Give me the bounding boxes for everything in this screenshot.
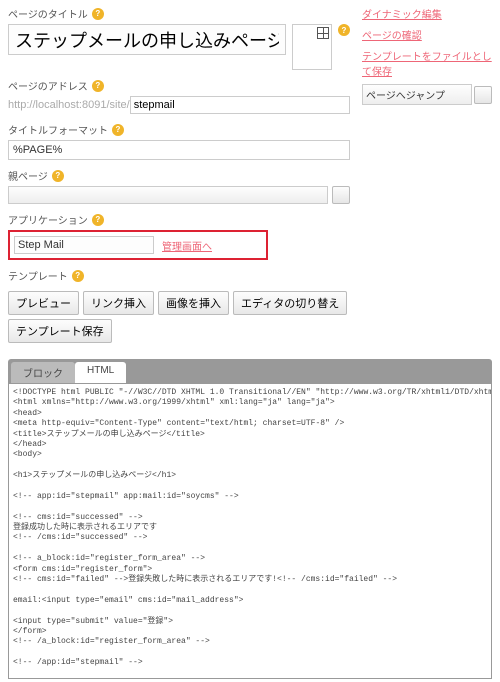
save-as-file-link[interactable]: テンプレートをファイルとして保存 (362, 48, 492, 78)
parent-page-select[interactable] (8, 186, 328, 204)
url-prefix: http://localhost:8091/site/ (8, 99, 130, 111)
admin-link[interactable]: 管理画面へ (162, 238, 212, 253)
page-jump-button[interactable] (474, 86, 492, 104)
help-icon[interactable]: ? (92, 80, 104, 92)
help-icon[interactable]: ? (338, 24, 350, 36)
help-icon[interactable]: ? (72, 270, 84, 282)
preview-button[interactable]: プレビュー (8, 291, 79, 315)
page-address-label: ページのアドレス (8, 78, 88, 93)
page-jump-select[interactable]: ページへジャンプ (362, 84, 472, 105)
dynamic-edit-link[interactable]: ダイナミック編集 (362, 6, 492, 21)
help-icon[interactable]: ? (52, 170, 64, 182)
title-format-input[interactable] (8, 140, 350, 160)
parent-clear-button[interactable] (332, 186, 350, 204)
page-thumbnail (292, 24, 332, 70)
switch-editor-button[interactable]: エディタの切り替え (233, 291, 347, 315)
application-highlight: Step Mail 管理画面へ (8, 230, 268, 260)
tab-block[interactable]: ブロック (11, 362, 75, 383)
help-icon[interactable]: ? (92, 214, 104, 226)
application-select[interactable]: Step Mail (14, 236, 154, 254)
confirm-page-link[interactable]: ページの確認 (362, 27, 492, 42)
insert-link-button[interactable]: リンク挿入 (83, 291, 154, 315)
page-title-label: ページのタイトル (8, 6, 88, 21)
insert-image-button[interactable]: 画像を挿入 (158, 291, 229, 315)
editor-tabs: ブロック HTML (8, 359, 492, 383)
page-title-input[interactable] (8, 24, 286, 55)
tab-html[interactable]: HTML (75, 362, 126, 383)
application-label: アプリケーション (8, 212, 88, 227)
save-template-button[interactable]: テンプレート保存 (8, 319, 112, 343)
template-label: テンプレート (8, 268, 68, 283)
help-icon[interactable]: ? (92, 8, 104, 20)
slug-input[interactable] (130, 96, 350, 114)
help-icon[interactable]: ? (112, 124, 124, 136)
title-format-label: タイトルフォーマット (8, 122, 108, 137)
parent-page-label: 親ページ (8, 168, 48, 183)
html-source-editor[interactable] (8, 383, 492, 679)
